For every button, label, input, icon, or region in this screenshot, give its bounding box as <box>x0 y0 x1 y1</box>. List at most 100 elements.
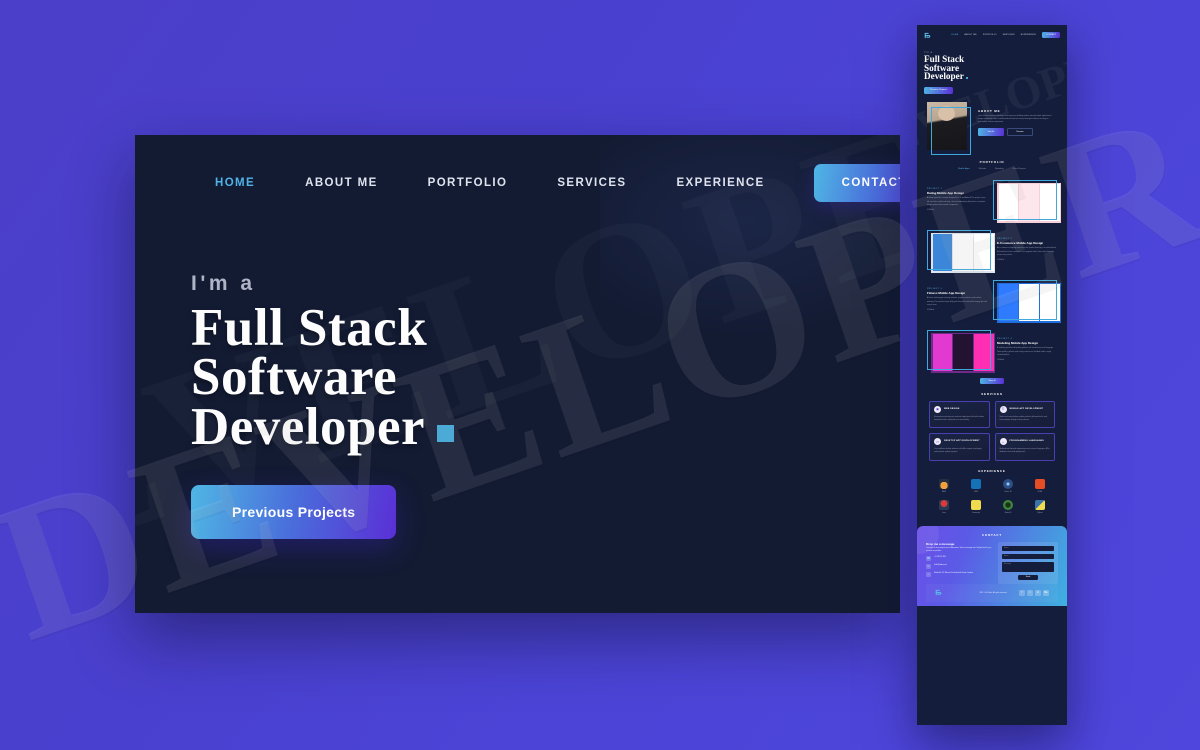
filter-mobile-apps[interactable]: Mobile Apps <box>958 168 969 170</box>
footer-socials: f t in Be <box>1019 589 1049 596</box>
experience-label: CSS3 <box>973 490 979 493</box>
javascript-icon <box>971 499 981 510</box>
service-title: WEB DESIGN <box>944 407 960 410</box>
about-photo-wrap <box>927 101 971 155</box>
contact-button[interactable]: CONTACT <box>813 163 900 202</box>
experience-item-nodejs[interactable]: Node JS <box>994 499 1022 514</box>
hero-eyebrow: I'm a <box>191 272 256 295</box>
contact-info-address[interactable]: ⌂ Studio No 12, Wilson Park Industrial E… <box>926 572 992 578</box>
project-row[interactable]: PROJECT 3 Fitness Mobile App Design A fi… <box>917 276 1067 326</box>
project-row[interactable]: PROJECT 4 Modeling Mobile App Design A m… <box>917 326 1067 376</box>
service-card-head: ▣ WEB DESIGN <box>934 405 985 413</box>
hero-line-3: Developer <box>191 397 426 456</box>
project-row[interactable]: PROJECT 2 E-Commerce Mobile App Design A… <box>917 226 1067 276</box>
contact-title: CONTACT <box>981 532 1003 537</box>
nav-item-experience[interactable]: EXPERIENCE <box>651 177 789 189</box>
contact-phone-text: +1 234 567 890 <box>934 556 946 559</box>
twitter-icon[interactable]: t <box>1027 589 1033 596</box>
thumb-fs-logo-icon[interactable] <box>924 32 931 39</box>
resume-button[interactable]: Resume <box>1007 128 1033 136</box>
react-icon <box>1003 478 1013 489</box>
view-all-button[interactable]: View all <box>980 377 1004 384</box>
contact-form: Name Email Message Send <box>998 541 1058 585</box>
behance-icon[interactable]: Be <box>1043 589 1049 596</box>
contact-info-column: Drop me a message I am open to new proje… <box>926 542 992 585</box>
experience-item-javascript[interactable]: Javascript <box>962 499 990 514</box>
service-title: PROGRAMMING LANGUAGES <box>1009 440 1044 443</box>
mail-icon: ✉ <box>926 564 931 570</box>
name-field[interactable]: Name <box>1002 545 1054 551</box>
footer-fs-logo-icon[interactable] <box>935 589 942 596</box>
project-name: Dating Mobile App Design <box>927 191 965 196</box>
facebook-icon[interactable]: f <box>1019 589 1025 596</box>
project-text: PROJECT 2 E-Commerce Mobile App Design A… <box>997 238 1057 261</box>
portfolio-title: PORTFOLIO <box>979 159 1005 164</box>
experience-grid: AWS CSS3 React JS HTML Java Javascript N… <box>917 473 1067 524</box>
experience-label: Python <box>1037 511 1043 514</box>
linkedin-icon[interactable]: in <box>1035 589 1041 596</box>
experience-label: Javascript <box>972 511 980 514</box>
contact-address-text: Studio No 12, Wilson Park Industrial Est… <box>934 572 973 575</box>
thumb-nav-item-about-me[interactable]: ABOUT ME <box>964 34 976 36</box>
project-index: PROJECT 4 <box>997 337 1012 340</box>
nav-item-portfolio[interactable]: PORTFOLIO <box>403 177 533 189</box>
experience-item-react[interactable]: React JS <box>994 478 1022 493</box>
code-icon: ‹› <box>999 438 1007 446</box>
thumb-nav-item-experience[interactable]: EXPERIENCE <box>1021 34 1036 36</box>
html5-icon <box>1035 478 1045 489</box>
thumb-cta-wrap: CONTACT <box>1042 32 1060 38</box>
desktop-preview: DEVELOPER HOME ABOUT ME PORTFOLIO SERVIC… <box>135 135 900 613</box>
experience-item-python[interactable]: Python <box>1026 499 1054 514</box>
previous-projects-button[interactable]: Previous Projects <box>191 484 397 539</box>
project-meta: UI Mobile <box>927 209 935 212</box>
thumb-nav-item-portfolio[interactable]: PORTFOLIO <box>983 34 997 36</box>
experience-item-css3[interactable]: CSS3 <box>962 478 990 493</box>
thumb-navbar: HOME ABOUT ME PORTFOLIO SERVICES EXPERIE… <box>917 25 1067 45</box>
service-card-desktop-app-development[interactable]: ▭ DESKTOP APP DEVELOPMENT Cross platform… <box>929 433 990 461</box>
nav-item-services[interactable]: SERVICES <box>532 177 651 189</box>
project-screenshot <box>993 179 1061 223</box>
project-body: A modeling portfolio and booking platfor… <box>997 347 1054 356</box>
experience-label: React JS <box>1004 490 1012 493</box>
thumb-nav-item-services[interactable]: SERVICES <box>1003 34 1015 36</box>
experience-item-html[interactable]: HTML <box>1026 478 1054 493</box>
filter-branding[interactable]: Branding <box>995 168 1003 170</box>
fullpage-thumbnail[interactable]: DEVELOPER HOME ABOUT ME PORTFOLIO SERVIC… <box>917 25 1067 725</box>
java-icon <box>939 499 949 510</box>
contact-section: CONTACT Drop me a message I am open to n… <box>917 525 1067 607</box>
phone-icon: ☎ <box>926 556 931 562</box>
filter-website[interactable]: Website <box>979 168 986 170</box>
service-card-mobile-app-development[interactable]: ☰ MOBILE APP DEVELOPMENT Native and cros… <box>994 400 1055 429</box>
filter-other-projects[interactable]: Other Projects <box>1012 168 1025 170</box>
contact-info-email[interactable]: ✉ hello@fsdev.com <box>926 564 992 570</box>
footer-copyright: 2021 - Full Stack. All rights reserved. <box>979 591 1007 594</box>
thumb-nav-item-home[interactable]: HOME <box>951 34 958 36</box>
experience-item-java[interactable]: Java <box>930 499 958 514</box>
email-field[interactable]: Email <box>1002 553 1054 559</box>
about-photo-frame <box>931 106 971 155</box>
thumb-contact-button[interactable]: CONTACT <box>1042 32 1060 38</box>
project-screenshot <box>927 229 995 273</box>
nav-item-home[interactable]: HOME <box>190 177 280 189</box>
service-card-programming-languages[interactable]: ‹› PROGRAMMING LANGUAGES Backend and fro… <box>994 433 1055 461</box>
project-text: PROJECT 3 Fitness Mobile App Design A fi… <box>927 288 987 311</box>
nav-item-about-me[interactable]: ABOUT ME <box>280 177 403 189</box>
monitor-icon: ▣ <box>934 405 941 413</box>
experience-item-aws[interactable]: AWS <box>930 478 958 493</box>
project-index: PROJECT 3 <box>927 287 942 290</box>
project-row[interactable]: PROJECT 1 Dating Mobile App Design A dat… <box>917 176 1067 226</box>
footer: 2021 - Full Stack. All rights reserved. … <box>926 584 1058 603</box>
thumb-nav-links: HOME ABOUT ME PORTFOLIO SERVICES EXPERIE… <box>951 32 1060 38</box>
send-button[interactable]: Send <box>1017 574 1039 581</box>
top-navbar: HOME ABOUT ME PORTFOLIO SERVICES EXPERIE… <box>135 135 900 230</box>
message-field[interactable]: Message <box>1002 561 1054 572</box>
service-card-web-design[interactable]: ▣ WEB DESIGN Responsive marketing sites … <box>929 400 990 429</box>
project-text: PROJECT 1 Dating Mobile App Design A dat… <box>927 188 987 211</box>
hero-headline: Full Stack Software Developer <box>191 301 900 453</box>
contact-info-phone[interactable]: ☎ +1 234 567 890 <box>926 556 992 562</box>
nodejs-icon <box>1003 499 1013 510</box>
thumb-hero-line-3: Developer <box>924 71 964 82</box>
project-screenshot <box>993 279 1061 323</box>
service-title: MOBILE APP DEVELOPMENT <box>1009 407 1044 410</box>
experience-label: AWS <box>942 490 946 493</box>
